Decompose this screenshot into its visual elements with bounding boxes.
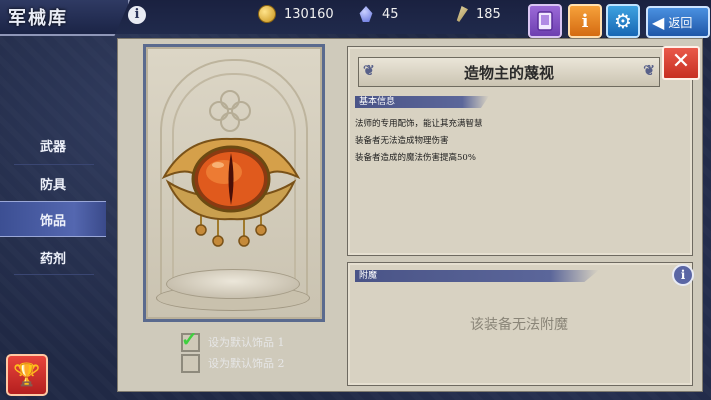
sidebar-item-weapons[interactable]: 武器 bbox=[0, 128, 106, 162]
sidebar-item-label: 防具 bbox=[39, 177, 66, 193]
default-accessory-1[interactable]: ✓ 设为默认饰品 1 bbox=[181, 327, 285, 352]
ornament-icon: ❦ bbox=[363, 63, 375, 79]
back-button[interactable]: ◀ 返回 bbox=[646, 6, 710, 38]
sidebar-item-armor[interactable]: 防具 bbox=[0, 166, 106, 200]
checkbox-unchecked[interactable] bbox=[181, 353, 200, 373]
divider bbox=[14, 274, 94, 275]
gold-amount: 130160 bbox=[284, 6, 334, 22]
help-button[interactable]: i bbox=[568, 4, 602, 38]
gem-resource: 45 bbox=[358, 6, 399, 22]
item-name-banner: ❦ 造物主的蔑视 ❦ bbox=[358, 57, 660, 87]
default-label: 设为默认饰品 2 bbox=[208, 357, 285, 370]
info-icon[interactable]: i bbox=[128, 6, 146, 24]
sidebar-item-label: 饰品 bbox=[39, 213, 66, 229]
gold-resource: 130160 bbox=[258, 5, 334, 23]
eye-amulet-icon bbox=[161, 137, 301, 247]
gem-amount: 45 bbox=[382, 6, 399, 22]
info-icon[interactable]: i bbox=[672, 264, 694, 286]
settings-button[interactable]: ⚙ bbox=[606, 4, 640, 38]
book-button[interactable] bbox=[528, 4, 562, 38]
enchant-label: 附魔 bbox=[359, 271, 378, 281]
sidebar-item-accessories[interactable]: 饰品 bbox=[0, 201, 106, 237]
feather-amount: 185 bbox=[476, 6, 501, 22]
basic-info-label: 基本信息 bbox=[359, 97, 396, 107]
info-icon: i bbox=[581, 10, 589, 32]
description-line: 法师的专用配饰，能让其充满智慧 bbox=[355, 119, 483, 129]
checkmark-icon: ✓ bbox=[181, 326, 198, 351]
default-label: 设为默认饰品 1 bbox=[208, 336, 285, 349]
enchant-message: 该装备无法附魔 bbox=[470, 317, 568, 333]
page-title: 军械库 bbox=[8, 8, 68, 29]
default-accessory-2[interactable]: 设为默认饰品 2 bbox=[181, 353, 285, 373]
gold-coin-icon bbox=[258, 5, 276, 23]
sidebar-item-label: 武器 bbox=[39, 139, 66, 155]
enchant-tag: 附魔 bbox=[355, 270, 599, 282]
close-button[interactable]: ✕ bbox=[662, 46, 700, 80]
pedestal bbox=[166, 269, 300, 299]
item-name: 造物主的蔑视 bbox=[463, 63, 554, 82]
back-label: 返回 bbox=[668, 15, 693, 30]
sidebar-item-label: 药剂 bbox=[39, 251, 66, 267]
blue-gem-icon bbox=[359, 6, 373, 22]
trophy-button[interactable]: 🏆 bbox=[6, 354, 48, 396]
feather-resource: 185 bbox=[452, 6, 501, 22]
checkbox-checked[interactable]: ✓ bbox=[181, 327, 200, 352]
item-card[interactable] bbox=[143, 44, 325, 322]
close-icon: ✕ bbox=[671, 49, 691, 74]
sidebar-item-potions[interactable]: 药剂 bbox=[0, 240, 106, 274]
basic-info-tag: 基本信息 bbox=[355, 96, 489, 108]
trophy-icon: 🏆 bbox=[13, 362, 41, 388]
feather-icon bbox=[456, 6, 468, 22]
divider bbox=[14, 164, 94, 165]
book-icon bbox=[537, 11, 553, 31]
description-line: 装备者无法造成物理伤害 bbox=[355, 136, 449, 146]
description-line: 装备者造成的魔法伤害提高50% bbox=[355, 153, 476, 163]
gear-icon: ⚙ bbox=[614, 9, 632, 33]
back-arrow-icon: ◀ bbox=[652, 12, 665, 32]
ornament-icon: ❦ bbox=[643, 63, 655, 79]
